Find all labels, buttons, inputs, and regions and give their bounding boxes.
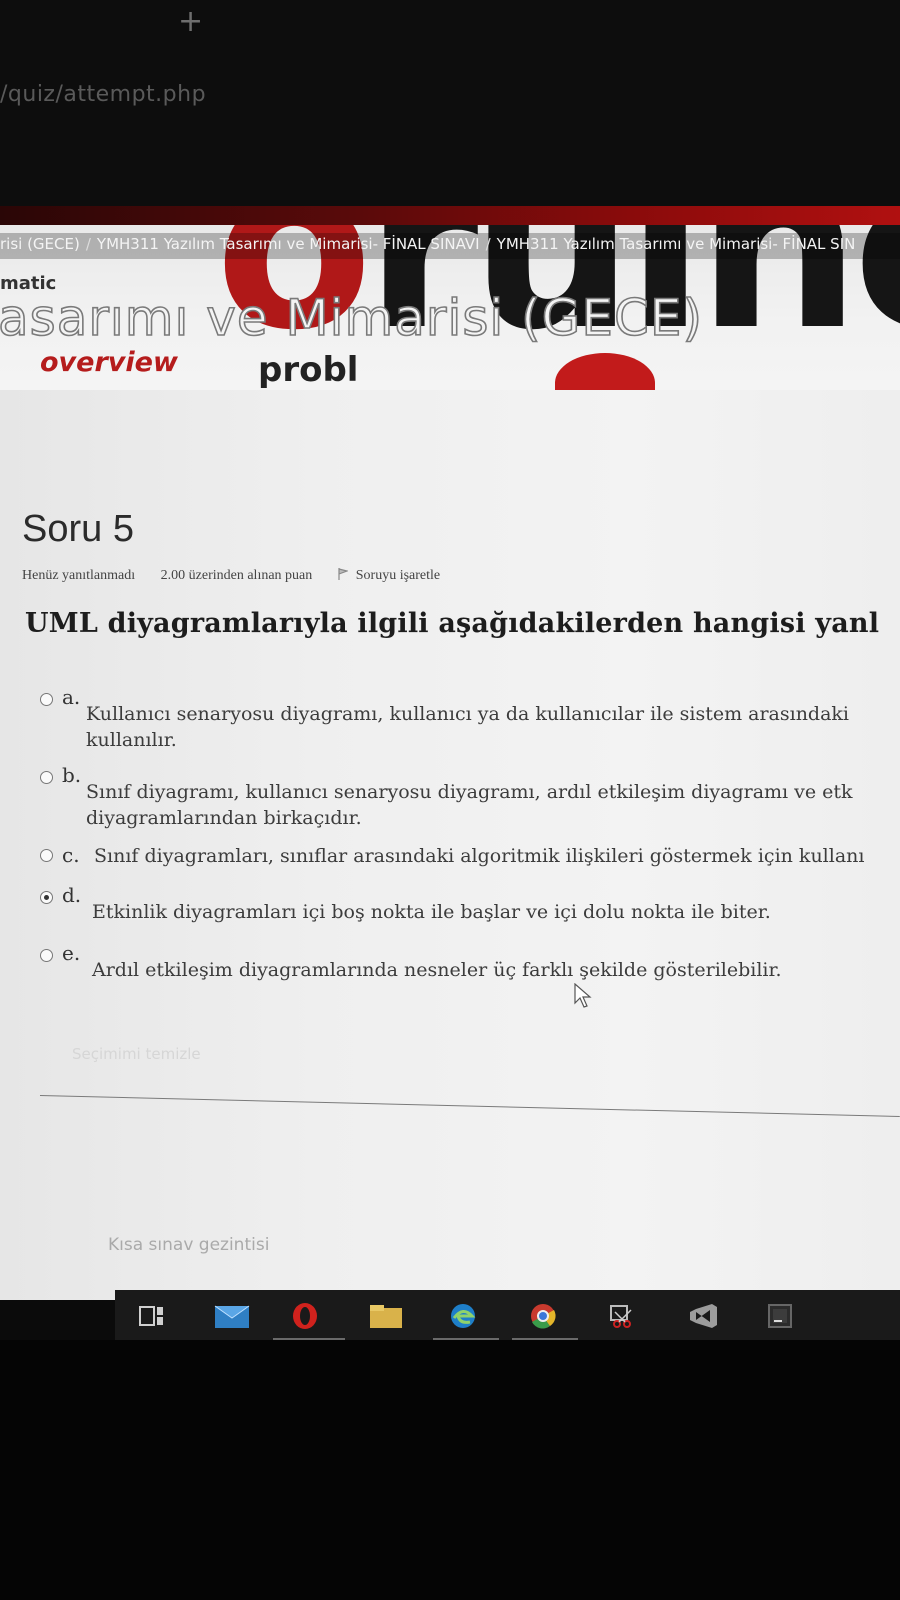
answer-option-e[interactable]: e. Ardıl etkileşim diyagramlarında nesne… (40, 941, 900, 989)
chrome-icon[interactable] (528, 1302, 558, 1330)
answer-radio[interactable] (40, 849, 53, 862)
banner-word-problem: probl (258, 350, 359, 390)
answer-text-line: Ardıl etkileşim diyagramlarında nesneler… (92, 959, 782, 981)
intellij-icon[interactable] (765, 1302, 795, 1330)
answer-option-a[interactable]: a. Kullanıcı senaryosu diyagramı, kullan… (40, 685, 900, 753)
answer-text-line: Sınıf diyagramı, kullanıcı senaryosu diy… (86, 781, 853, 803)
answer-option-c[interactable]: c. Sınıf diyagramları, sınıflar arasında… (40, 841, 900, 873)
visual-studio-icon[interactable] (686, 1302, 720, 1330)
screen-bezel (0, 1340, 900, 1600)
course-banner: oruiner risi (GECE)/YMH311 Yazılım Tasar… (0, 225, 900, 390)
answer-text: Sınıf diyagramı, kullanıcı senaryosu diy… (86, 763, 900, 831)
answer-text-line: Sınıf diyagramları, sınıflar arasındaki … (94, 845, 865, 867)
answer-text: Sınıf diyagramları, sınıflar arasındaki … (94, 841, 900, 869)
question-status: Henüz yanıtlanmadı (22, 568, 136, 583)
flag-icon (338, 568, 348, 580)
answer-radio[interactable] (40, 693, 53, 706)
breadcrumb-separator: / (485, 235, 491, 253)
banner-top-strip (0, 206, 900, 226)
answer-letter: a. (62, 685, 81, 709)
answer-radio[interactable] (40, 771, 53, 784)
breadcrumb-item[interactable]: YMH311 Yazılım Tasarımı ve Mimarisi- FİN… (97, 235, 480, 253)
question-info: Henüz yanıtlanmadı 2.00 üzerinden alınan… (22, 568, 484, 584)
answer-letter: d. (62, 883, 82, 907)
flag-question-label: Soruyu işaretle (355, 568, 441, 583)
file-explorer-icon[interactable] (368, 1302, 404, 1330)
answer-text: Etkinlik diyagramları içi boş nokta ile … (92, 883, 900, 925)
breadcrumb-item[interactable]: risi (GECE) (0, 235, 80, 253)
breadcrumb: risi (GECE) / YMH311 Yazılım Tasarımı ve M… (0, 235, 855, 253)
edge-icon[interactable] (448, 1302, 478, 1330)
course-title: asarımı ve Mimarisi (GECE) (0, 288, 704, 348)
answer-radio-selected[interactable] (40, 891, 53, 904)
taskbar (115, 1290, 900, 1342)
answer-letter: c. (62, 843, 80, 867)
answer-radio[interactable] (40, 949, 53, 962)
answer-text: Kullanıcı senaryosu diyagramı, kullanıcı… (86, 685, 900, 753)
answer-letter: b. (62, 763, 82, 787)
banner-word-overview: overview (40, 347, 178, 378)
answer-option-d[interactable]: d. Etkinlik diyagramları içi boş nokta i… (40, 883, 900, 931)
divider (39, 1095, 900, 1118)
snipping-tool-icon[interactable] (607, 1302, 637, 1330)
new-tab-button[interactable]: + (178, 4, 203, 39)
question-area: Soru 5 Henüz yanıtlanmadı 2.00 üzerinden… (0, 390, 900, 1300)
answer-text-line: kullanılır. (86, 729, 177, 751)
address-bar-url[interactable]: /quiz/attempt.php (0, 82, 206, 107)
answer-text-line: Kullanıcı senaryosu diyagramı, kullanıcı… (86, 703, 850, 725)
answer-option-b[interactable]: b. Sınıf diyagramı, kullanıcı senaryosu … (40, 763, 900, 831)
mouse-cursor-icon (574, 983, 592, 1008)
question-number: Soru 5 (22, 508, 134, 550)
answer-list: a. Kullanıcı senaryosu diyagramı, kullan… (40, 685, 900, 999)
breadcrumb-separator: / (85, 235, 91, 253)
question-points: 2.00 üzerinden alınan puan (160, 568, 313, 583)
mail-icon[interactable] (213, 1302, 251, 1330)
opera-icon[interactable] (290, 1302, 320, 1330)
quiz-navigation-heading: Kısa sınav gezintisi (108, 1235, 270, 1255)
flag-question-link[interactable]: Soruyu işaretle (338, 568, 462, 583)
clear-choice-link[interactable]: Seçimimi temizle (72, 1045, 201, 1063)
browser-chrome: + /quiz/attempt.php (0, 0, 900, 226)
answer-text-line: diyagramlarından birkaçıdır. (86, 807, 362, 829)
question-text: UML diyagramlarıyla ilgili aşağıdakilerd… (25, 608, 880, 639)
breadcrumb-item[interactable]: YMH311 Yazılım Tasarımı ve Mimarisi- FİN… (497, 235, 856, 253)
answer-letter: e. (62, 941, 81, 965)
task-view-icon[interactable] (137, 1302, 167, 1330)
answer-text-line: Etkinlik diyagramları içi boş nokta ile … (92, 901, 771, 923)
answer-text: Ardıl etkileşim diyagramlarında nesneler… (92, 941, 900, 983)
